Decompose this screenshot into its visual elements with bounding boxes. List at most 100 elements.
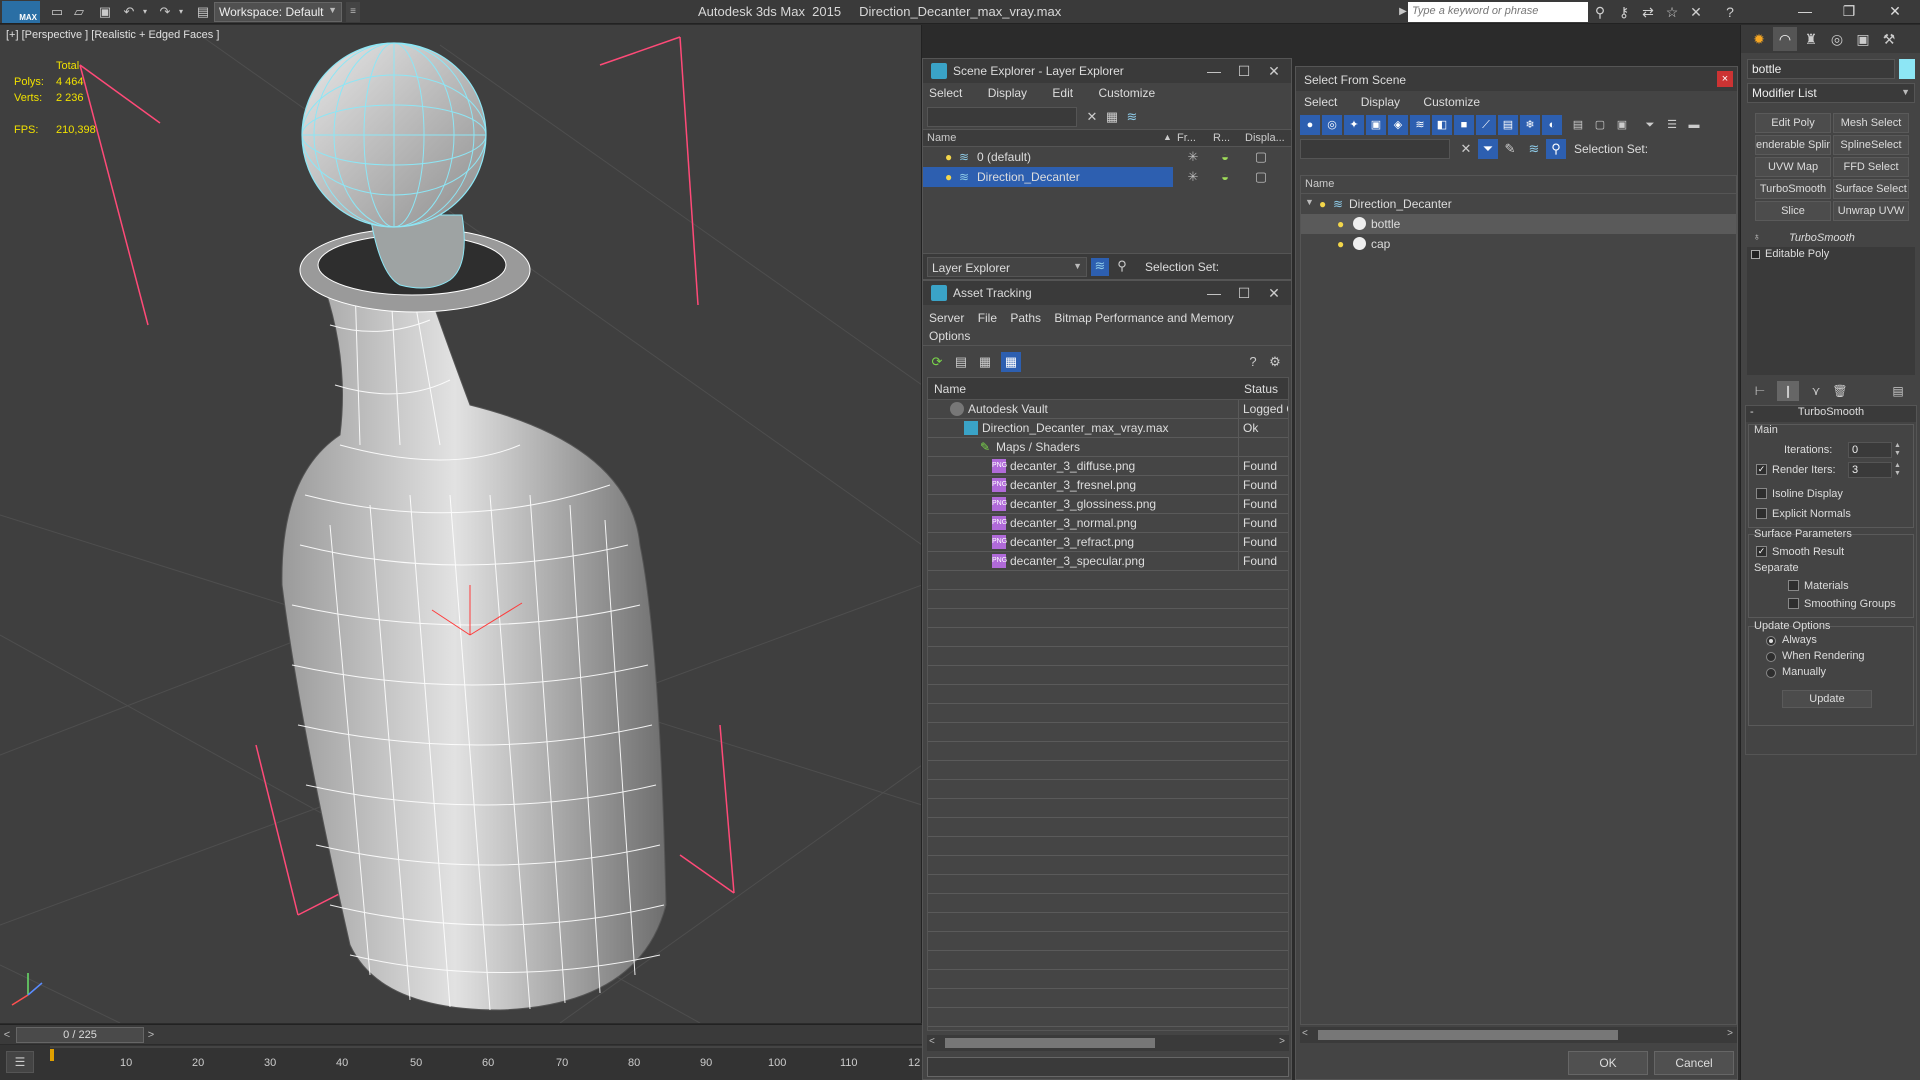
menu-select[interactable]: Select bbox=[1304, 95, 1337, 109]
key-icon[interactable]: ⚷ bbox=[1614, 3, 1634, 21]
render-iters-spinner[interactable]: 3 bbox=[1848, 462, 1892, 478]
manually-radio[interactable] bbox=[1766, 668, 1776, 678]
filter-active-icon[interactable]: ⏷ bbox=[1478, 139, 1498, 159]
time-slider[interactable]: < 0 / 225 > bbox=[0, 1024, 922, 1044]
table-view-icon[interactable]: ▦ bbox=[1001, 352, 1021, 372]
help-icon[interactable]: ? bbox=[1720, 3, 1740, 21]
column-status[interactable]: Status bbox=[1244, 382, 1278, 396]
when-rendering-radio[interactable] bbox=[1766, 652, 1776, 662]
table-row[interactable]: Direction_Decanter_max_vray.max Ok bbox=[928, 419, 1288, 438]
scene-explorer-search-input[interactable] bbox=[927, 107, 1077, 127]
refresh-icon[interactable]: ⟳ bbox=[927, 352, 947, 372]
close-button[interactable]: ✕ bbox=[1876, 0, 1914, 22]
smooth-result-checkbox[interactable]: ✓ bbox=[1756, 546, 1767, 557]
scroll-right-icon[interactable]: > bbox=[1279, 1036, 1285, 1047]
layer-mode-icon[interactable]: ≋ bbox=[1091, 258, 1109, 276]
project-folder-icon[interactable]: ▤ bbox=[194, 3, 212, 21]
rollout-header[interactable]: - TurboSmooth bbox=[1746, 406, 1916, 422]
layer-row[interactable]: ● ≋ 0 (default) ✳ ◒ ▢ bbox=[923, 147, 1291, 167]
scroll-left-icon[interactable]: < bbox=[1302, 1028, 1308, 1039]
helpers-filter-icon[interactable]: ◈ bbox=[1388, 115, 1408, 135]
freeze-icon[interactable]: ✳ bbox=[1183, 169, 1203, 185]
display-tab-icon[interactable]: ▣ bbox=[1851, 27, 1875, 51]
tree-item-bottle[interactable]: ● bottle bbox=[1301, 214, 1736, 234]
teapot-icon[interactable]: ◒ bbox=[1215, 169, 1235, 184]
exchange-icon[interactable]: ⇄ bbox=[1638, 3, 1658, 21]
ok-button[interactable]: OK bbox=[1568, 1051, 1648, 1075]
close-x-icon[interactable]: ✕ bbox=[1686, 3, 1706, 21]
sort-ascending-icon[interactable]: ▲ bbox=[1163, 132, 1172, 142]
save-icon[interactable]: ▣ bbox=[96, 3, 114, 21]
redo-dropdown-icon[interactable]: ▾ bbox=[172, 3, 190, 21]
scroll-left-icon[interactable]: < bbox=[929, 1036, 935, 1047]
menu-overflow-button[interactable]: ≡ bbox=[346, 2, 360, 22]
collapse-arrow-icon[interactable]: ▼ bbox=[1305, 197, 1314, 207]
geometry-filter-icon[interactable]: ● bbox=[1300, 115, 1320, 135]
table-row[interactable]: Autodesk Vault Logged O bbox=[928, 400, 1288, 419]
tree-item-layer[interactable]: ▼ ● ≋ Direction_Decanter bbox=[1301, 194, 1736, 214]
lightbulb-icon[interactable]: ● bbox=[945, 150, 952, 164]
turbosmooth-button[interactable]: TurboSmooth bbox=[1755, 179, 1831, 199]
select-search-input[interactable] bbox=[1300, 139, 1450, 159]
object-name-input[interactable]: bottle bbox=[1747, 59, 1895, 79]
configure-sets-icon[interactable]: ▤ bbox=[1887, 381, 1909, 401]
binoculars-icon[interactable]: ⚲ bbox=[1590, 3, 1610, 21]
frozen-filter-icon[interactable]: ❄ bbox=[1520, 115, 1540, 135]
always-radio[interactable] bbox=[1766, 636, 1776, 646]
minimize-button[interactable]: — bbox=[1786, 0, 1824, 22]
sort-icon[interactable]: ☰ bbox=[1662, 115, 1682, 135]
prev-frame-icon[interactable]: < bbox=[0, 1027, 14, 1043]
scrollbar-thumb[interactable] bbox=[945, 1038, 1155, 1048]
layers-icon[interactable]: ≋ bbox=[1524, 139, 1544, 159]
display-icon[interactable]: ▢ bbox=[1251, 149, 1271, 165]
close-icon[interactable]: ✕ bbox=[1259, 283, 1289, 303]
table-row[interactable]: PNG decanter_3_specular.png Found bbox=[928, 552, 1288, 571]
new-file-icon[interactable]: ▭ bbox=[48, 3, 66, 21]
layer-name-cell[interactable]: ● ≋ Direction_Decanter bbox=[923, 167, 1173, 187]
viewport-label[interactable]: [+] [Perspective ] [Realistic + Edged Fa… bbox=[6, 29, 219, 41]
column-frozen[interactable]: Fr... bbox=[1177, 132, 1196, 144]
undo-dropdown-icon[interactable]: ▾ bbox=[136, 3, 154, 21]
hierarchy-tab-icon[interactable]: ♜ bbox=[1799, 27, 1823, 51]
isoline-display-checkbox[interactable] bbox=[1756, 488, 1767, 499]
make-unique-icon[interactable]: ⋎ bbox=[1805, 381, 1827, 401]
close-icon[interactable]: ✕ bbox=[1259, 61, 1289, 81]
menu-paths[interactable]: Paths bbox=[1010, 311, 1041, 325]
menu-customize[interactable]: Customize bbox=[1423, 95, 1480, 109]
tree-item-cap[interactable]: ● cap bbox=[1301, 234, 1736, 254]
scene-explorer-titlebar[interactable]: Scene Explorer - Layer Explorer — ☐ ✕ bbox=[923, 59, 1291, 83]
minimize-icon[interactable]: — bbox=[1199, 283, 1229, 303]
table-row[interactable]: PNG decanter_3_glossiness.png Found bbox=[928, 495, 1288, 514]
menu-server[interactable]: Server bbox=[929, 311, 964, 325]
hierarchy-mode-icon[interactable]: ⚲ bbox=[1546, 139, 1566, 159]
minimize-icon[interactable]: — bbox=[1199, 61, 1229, 81]
expand-plus-icon[interactable] bbox=[1751, 250, 1760, 259]
layer-name-cell[interactable]: ● ≋ 0 (default) bbox=[923, 147, 1173, 167]
cancel-button[interactable]: Cancel bbox=[1654, 1051, 1734, 1075]
decanter-bottle[interactable] bbox=[281, 227, 667, 1011]
select-all-icon[interactable]: ▤ bbox=[1568, 115, 1588, 135]
next-frame-icon[interactable]: > bbox=[144, 1027, 158, 1043]
menu-select[interactable]: Select bbox=[929, 86, 962, 100]
scroll-right-icon[interactable]: > bbox=[1727, 1028, 1733, 1039]
restore-button[interactable]: ❐ bbox=[1830, 0, 1868, 22]
column-render[interactable]: R... bbox=[1213, 132, 1230, 144]
column-display[interactable]: Displa... bbox=[1245, 132, 1285, 144]
menu-display[interactable]: Display bbox=[988, 86, 1027, 100]
menu-bitmap-performance[interactable]: Bitmap Performance and Memory bbox=[1054, 311, 1233, 325]
filter-funnel-icon[interactable]: ⏷ bbox=[1640, 115, 1660, 135]
asset-horizontal-scrollbar[interactable]: < > bbox=[927, 1035, 1289, 1051]
star-icon[interactable]: ☆ bbox=[1662, 3, 1682, 21]
pin-stack-icon[interactable]: ⊢ bbox=[1749, 381, 1771, 401]
select-invert-icon[interactable]: ▣ bbox=[1612, 115, 1632, 135]
clear-search-icon[interactable]: ✕ bbox=[1083, 108, 1101, 126]
utilities-tab-icon[interactable]: ⚒ bbox=[1877, 27, 1901, 51]
menu-customize[interactable]: Customize bbox=[1098, 86, 1155, 100]
track-bar[interactable]: ☰ 10 20 30 40 50 60 70 80 90 100 110 12 bbox=[0, 1045, 922, 1080]
lightbulb-icon[interactable]: ● bbox=[1337, 237, 1344, 251]
freeze-icon[interactable]: ✳ bbox=[1183, 149, 1203, 165]
highlight-icon[interactable]: ✎ bbox=[1500, 139, 1520, 159]
hidden-filter-icon[interactable]: ◐ bbox=[1542, 115, 1562, 135]
collapse-icon[interactable]: ▬ bbox=[1684, 115, 1704, 135]
spline-select-button[interactable]: SplineSelect bbox=[1833, 135, 1909, 155]
